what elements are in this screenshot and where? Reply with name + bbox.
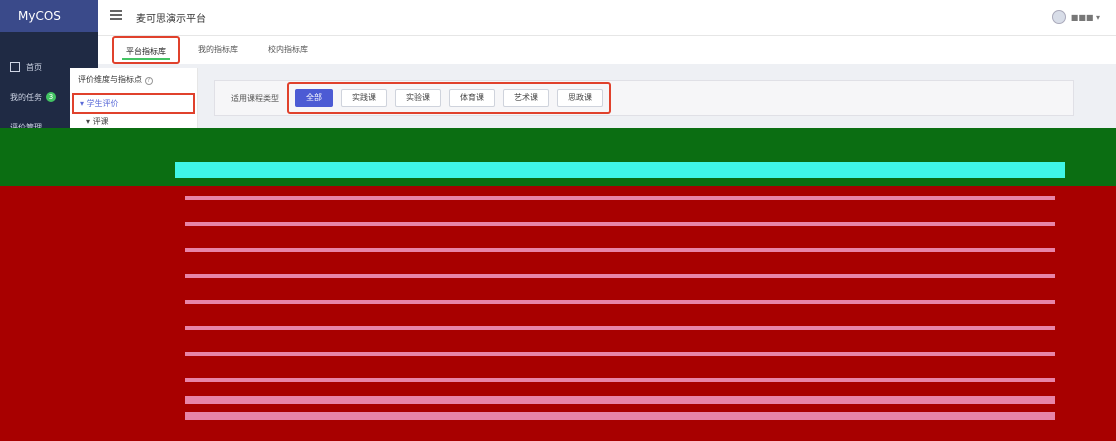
- filter-label: 适用课程类型: [231, 93, 279, 103]
- home-icon: [10, 62, 20, 72]
- table-row[interactable]: [185, 352, 1055, 356]
- tree-node-label: 学生评价: [86, 99, 119, 108]
- table-row[interactable]: [185, 196, 1055, 200]
- chip-group: 全部 实践课 实验课 体育课 艺术课 思政课: [287, 82, 611, 114]
- user-name: ■■■ ▾: [1070, 12, 1100, 22]
- table-row[interactable]: [185, 300, 1055, 304]
- table-header-strip: [175, 162, 1065, 178]
- table-row[interactable]: [185, 326, 1055, 330]
- chip-all[interactable]: 全部: [295, 89, 333, 107]
- table-header: [0, 128, 1116, 186]
- brand-logo: MyCOS: [0, 0, 98, 32]
- table-row[interactable]: [185, 274, 1055, 278]
- chip-pe[interactable]: 体育课: [449, 89, 495, 107]
- table-row[interactable]: [185, 412, 1055, 420]
- chip-art[interactable]: 艺术课: [503, 89, 549, 107]
- tree-node-label: 评课: [92, 117, 109, 126]
- table-row[interactable]: [185, 248, 1055, 252]
- help-icon[interactable]: ?: [144, 77, 153, 85]
- avatar: [1051, 10, 1066, 24]
- course-type-filter: 适用课程类型 全部 实践课 实验课 体育课 艺术课 思政课: [214, 80, 1074, 116]
- table-row[interactable]: [185, 222, 1055, 226]
- chip-lab[interactable]: 实验课: [395, 89, 441, 107]
- table-row[interactable]: [185, 378, 1055, 382]
- user-menu[interactable]: ■■■ ▾: [1051, 10, 1100, 24]
- table-row[interactable]: [185, 396, 1055, 404]
- tree-title-text: 评价维度与指标点: [78, 75, 142, 84]
- sidebar-item-label: 首页: [26, 62, 42, 72]
- chip-politics[interactable]: 思政课: [557, 89, 603, 107]
- sidebar-item-label: 我的任务: [10, 92, 42, 102]
- tree-node-course-eval[interactable]: ▾ 评课: [70, 116, 197, 127]
- task-count-badge: 3: [46, 92, 56, 102]
- tab-my-library[interactable]: 我的指标库: [186, 36, 250, 64]
- top-header: 麦可思演示平台 ■■■ ▾: [98, 0, 1116, 36]
- tree-node-student-eval[interactable]: ▾ 学生评价: [72, 93, 195, 114]
- chip-practice[interactable]: 实践课: [341, 89, 387, 107]
- indicator-table: [0, 128, 1116, 441]
- tab-school-library[interactable]: 校内指标库: [256, 36, 320, 64]
- menu-toggle-icon[interactable]: [110, 10, 122, 20]
- page-title: 麦可思演示平台: [136, 14, 206, 25]
- tab-platform-library[interactable]: 平台指标库: [112, 36, 180, 64]
- tab-bar: 平台指标库 我的指标库 校内指标库: [98, 36, 1116, 64]
- tree-title: 评价维度与指标点 ?: [70, 68, 197, 91]
